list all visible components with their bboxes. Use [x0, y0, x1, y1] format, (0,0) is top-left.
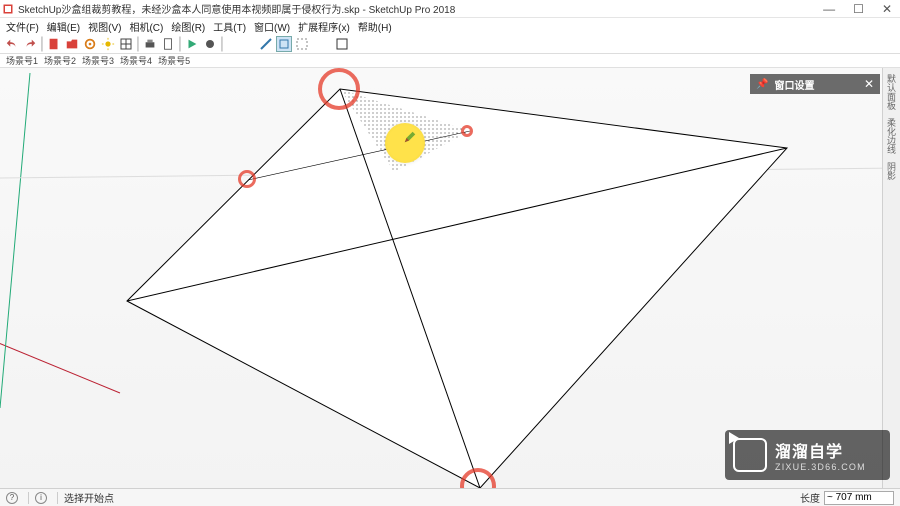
video-watermark: 溜溜自学 ZIXUE.3D66.COM — [725, 430, 890, 480]
inference-ring — [318, 68, 360, 110]
maximize-button[interactable]: ☐ — [853, 2, 864, 16]
toolbar-separator: | — [40, 36, 44, 52]
undo-icon[interactable] — [4, 36, 20, 52]
menu-view[interactable]: 视图(V) — [86, 19, 123, 34]
extension-tool-icon[interactable] — [334, 36, 350, 52]
scene-drawing — [0, 68, 900, 488]
gear-icon[interactable] — [82, 36, 98, 52]
tray-header[interactable]: 📌 窗口设置 ✕ — [750, 74, 880, 94]
menu-help[interactable]: 帮助(H) — [356, 19, 394, 34]
toolbar-separator: | — [178, 36, 182, 52]
close-button[interactable]: ✕ — [882, 2, 892, 16]
edge-style-icon[interactable] — [258, 36, 274, 52]
measurements-box: 长度 — [800, 490, 894, 505]
new-file-icon[interactable] — [46, 36, 62, 52]
record-icon[interactable] — [202, 36, 218, 52]
status-hint: 选择开始点 — [64, 490, 114, 505]
tray-title: 窗口设置 — [774, 77, 863, 92]
scene-tab[interactable]: 场景号4 — [120, 54, 152, 67]
pencil-cursor-icon — [403, 130, 415, 142]
menu-edit[interactable]: 编辑(E) — [45, 19, 82, 34]
sun-icon[interactable] — [100, 36, 116, 52]
toolbar-separator: | — [220, 36, 224, 52]
menu-tools[interactable]: 工具(T) — [211, 19, 248, 34]
menu-extensions[interactable]: 扩展程序(x) — [296, 19, 352, 34]
app-icon — [2, 3, 14, 15]
main-toolbar: | | | | — [0, 34, 900, 54]
scene-tab[interactable]: 场景号3 — [82, 54, 114, 67]
vcb-label: 长度 — [800, 490, 820, 505]
inference-ring — [461, 125, 473, 137]
info-icon[interactable]: i — [35, 492, 47, 504]
scene-tab[interactable]: 场景号2 — [44, 54, 76, 67]
open-file-icon[interactable] — [64, 36, 80, 52]
grid-icon[interactable] — [118, 36, 134, 52]
rail-tab[interactable]: 阴影 — [885, 162, 898, 180]
scene-tab[interactable]: 场景号1 — [6, 54, 38, 67]
window-title: SketchUp沙盒组裁剪教程，未经沙盒本人同意使用本视频即属于侵权行为.skp… — [18, 1, 823, 16]
scene-tabs: 场景号1 场景号2 场景号3 场景号4 场景号5 — [0, 54, 900, 68]
menu-bar: 文件(F) 编辑(E) 视图(V) 相机(C) 绘图(R) 工具(T) 窗口(W… — [0, 18, 900, 34]
play-animation-icon[interactable] — [184, 36, 200, 52]
vcb-input[interactable] — [824, 491, 894, 505]
minimize-button[interactable]: — — [823, 2, 835, 16]
hidden-geometry-icon[interactable] — [294, 36, 310, 52]
watermark-url: ZIXUE.3D66.COM — [775, 462, 866, 472]
toolbar-separator: | — [136, 36, 140, 52]
right-tray-rail[interactable]: 默认面板 柔化边线 阴影 — [882, 68, 900, 488]
menu-camera[interactable]: 相机(C) — [127, 19, 165, 34]
rail-tab[interactable]: 柔化边线 — [885, 118, 898, 154]
scene-tab[interactable]: 场景号5 — [158, 54, 190, 67]
menu-draw[interactable]: 绘图(R) — [169, 19, 207, 34]
play-icon — [733, 438, 767, 472]
page-icon[interactable] — [160, 36, 176, 52]
title-bar: SketchUp沙盒组裁剪教程，未经沙盒本人同意使用本视频即属于侵权行为.skp… — [0, 0, 900, 18]
watermark-brand: 溜溜自学 — [775, 438, 866, 462]
menu-window[interactable]: 窗口(W) — [252, 19, 292, 34]
inference-ring — [238, 170, 256, 188]
rail-tab[interactable]: 默认面板 — [885, 74, 898, 110]
face-style-icon[interactable] — [276, 36, 292, 52]
menu-file[interactable]: 文件(F) — [4, 19, 41, 34]
model-viewport[interactable]: 默认面板 柔化边线 阴影 📌 窗口设置 ✕ 溜溜自学 ZIXUE.3D66.CO… — [0, 68, 900, 488]
help-icon[interactable]: ? — [6, 492, 18, 504]
pin-icon[interactable]: 📌 — [756, 79, 768, 90]
status-bar: ? i 选择开始点 长度 — [0, 488, 900, 506]
print-icon[interactable] — [142, 36, 158, 52]
window-controls: — ☐ ✕ — [823, 2, 892, 16]
tray-close-icon[interactable]: ✕ — [864, 77, 874, 91]
redo-icon[interactable] — [22, 36, 38, 52]
